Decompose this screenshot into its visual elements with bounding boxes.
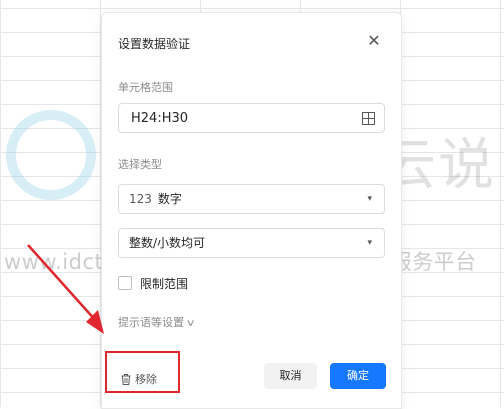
annotation-arrow [27, 244, 104, 334]
